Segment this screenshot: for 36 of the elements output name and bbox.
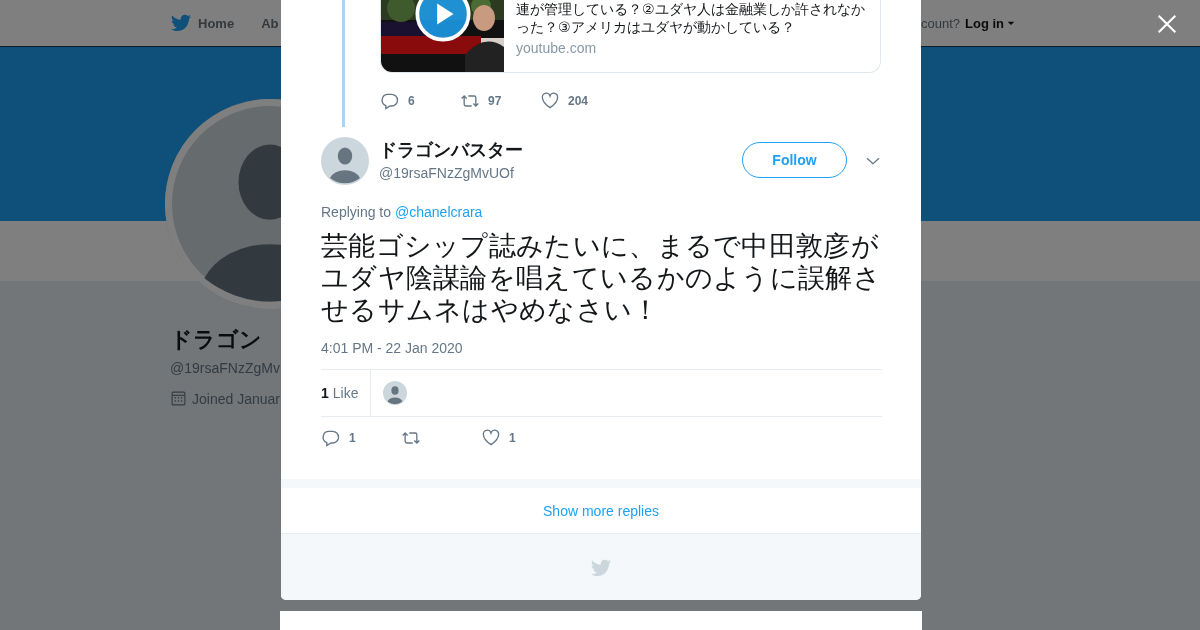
account-prompt: count? <box>920 15 960 31</box>
tweet-text: 芸能ゴシップ誌みたいに、まるで中田敦彦がユダヤ陰謀論を唱えているかのように誤解させるサムネはやめなさい！ <box>321 230 882 326</box>
close-icon[interactable] <box>1157 14 1177 34</box>
play-icon[interactable] <box>415 0 471 42</box>
reply-icon[interactable] <box>380 91 400 111</box>
profile-handle: @19rsaFNzZgMv <box>170 360 280 376</box>
user-name[interactable]: ドラゴンバスター <box>379 137 742 162</box>
heart-icon[interactable] <box>481 428 501 448</box>
joined-date: Joined Januar <box>192 390 280 407</box>
show-more-link[interactable]: Show more replies <box>543 502 659 519</box>
nav-link[interactable]: Ab <box>261 15 279 31</box>
like-label[interactable]: Like <box>332 385 359 401</box>
action-count: 1 <box>349 431 356 445</box>
card-domain: youtube.com <box>516 40 598 56</box>
bird-icon <box>590 557 612 579</box>
action-count: 1 <box>509 431 516 445</box>
action-count: 204 <box>568 94 589 108</box>
action-count: 97 <box>488 94 502 108</box>
user-handle[interactable]: @19rsaFNzZgMvUOf <box>379 164 742 181</box>
action-count: 6 <box>408 94 415 108</box>
caret-icon[interactable] <box>1007 19 1015 27</box>
nav-link[interactable]: Home <box>198 15 235 31</box>
avatar[interactable] <box>321 137 369 185</box>
calendar-icon <box>170 390 187 407</box>
like-count[interactable]: 1 <box>321 385 329 401</box>
card-description: 連が管理している？②ユダヤ人は金融業しか許されなかった？③アメリカはユダヤが動かしている？ <box>516 0 866 36</box>
mention-link[interactable]: @chanelcrara <box>395 204 483 220</box>
heart-icon[interactable] <box>540 91 560 111</box>
avatar[interactable] <box>383 381 408 405</box>
link-card[interactable]: 連が管理している？②ユダヤ人は金融業しか許されなかった？③アメリカはユダヤが動かしている？ youtube.com <box>380 0 881 73</box>
login-link[interactable]: Log in <box>965 15 1004 31</box>
replying-to-label: Replying to <box>321 204 392 220</box>
follow-button[interactable]: Follow <box>742 141 847 178</box>
reply-icon[interactable] <box>321 428 341 448</box>
tweet-timestamp[interactable]: 4:01 PM - 22 Jan 2020 <box>321 340 882 356</box>
profile-name: ドラゴン <box>170 326 262 354</box>
